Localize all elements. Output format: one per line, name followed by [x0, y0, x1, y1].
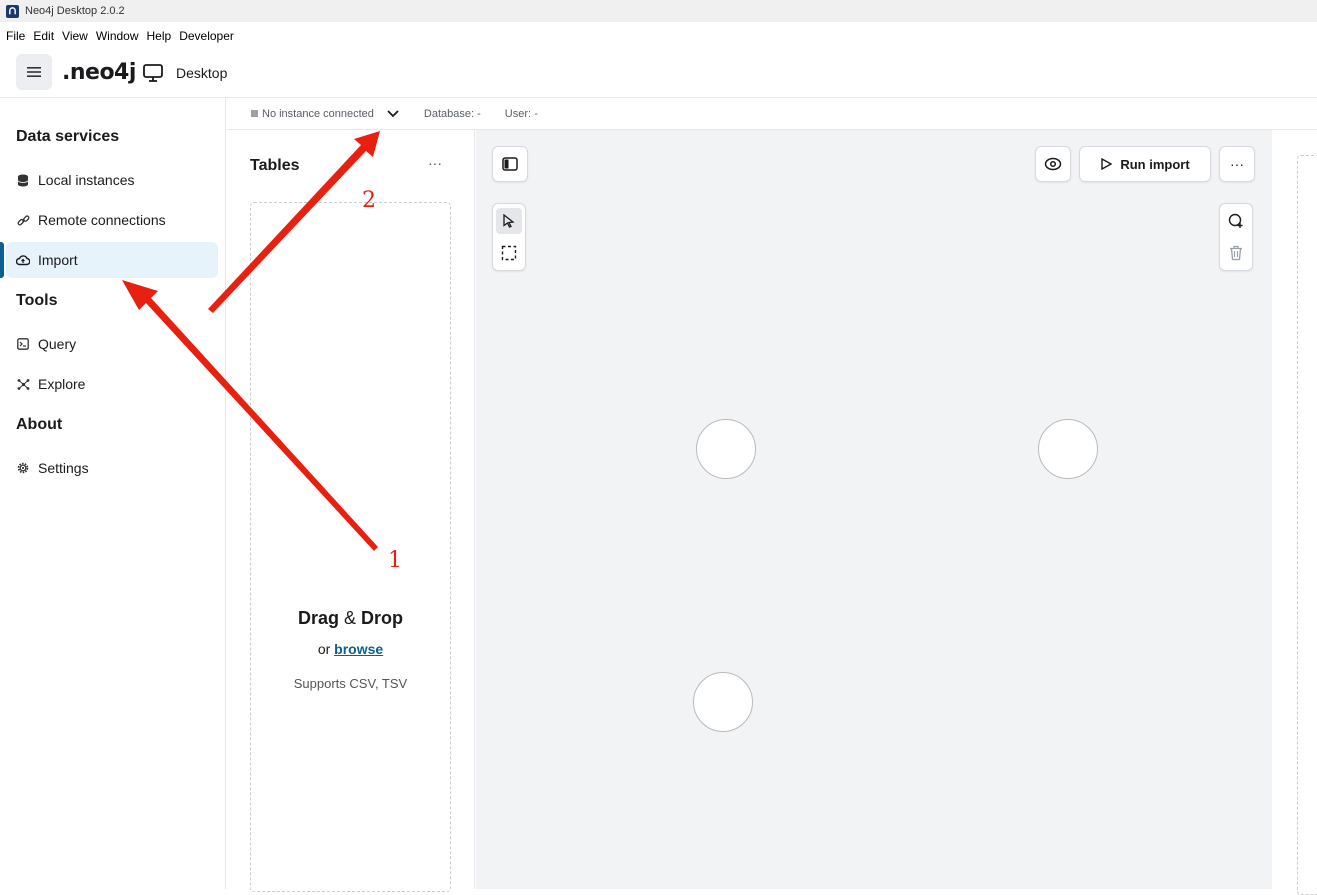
sidebar-item-explore[interactable]: Explore — [6, 366, 218, 402]
model-canvas[interactable] — [476, 130, 1272, 889]
tables-title: Tables — [250, 157, 300, 174]
menu-view[interactable]: View — [62, 29, 88, 43]
menu-file[interactable]: File — [6, 29, 25, 43]
drop-or-text: or — [317, 641, 331, 657]
database-icon — [16, 173, 30, 187]
user-label: User: - — [504, 107, 538, 120]
graph-node[interactable] — [696, 419, 756, 479]
link-icon — [16, 213, 30, 227]
sidebar-item-label: Remote connections — [38, 212, 166, 228]
menu-edit[interactable]: Edit — [33, 29, 54, 43]
canvas-more-button[interactable]: ··· — [1219, 146, 1255, 182]
cloud-upload-icon — [16, 253, 30, 267]
sidebar-heading-data-services: Data services — [16, 128, 120, 145]
canvas-right-tool-group — [1219, 203, 1253, 271]
app-context-label: Desktop — [176, 65, 228, 81]
sidebar-item-label: Query — [38, 336, 77, 352]
drop-title-drop: Drop — [361, 608, 404, 628]
box-select-tool-button[interactable] — [496, 240, 522, 266]
instance-status-bar: No instance connected Database: - User: … — [227, 98, 1317, 130]
database-label: Database: - — [423, 107, 481, 120]
canvas-tool-group — [492, 203, 526, 271]
sidebar-item-query[interactable]: Query — [6, 326, 218, 362]
chevron-down-icon — [387, 109, 399, 117]
menu-window[interactable]: Window — [96, 29, 139, 43]
run-import-button[interactable]: Run import — [1079, 146, 1211, 182]
add-node-icon — [1228, 213, 1243, 228]
menu-help[interactable]: Help — [147, 29, 172, 43]
sidebar-panel-icon — [502, 157, 518, 171]
right-panel-placeholder — [1297, 155, 1317, 895]
graph-node[interactable] — [693, 672, 753, 732]
monitor-icon — [143, 64, 163, 82]
explore-icon — [16, 377, 30, 391]
file-drop-zone[interactable] — [250, 202, 451, 892]
sidebar-item-import[interactable]: Import — [6, 242, 218, 278]
toggle-panel-button[interactable] — [492, 146, 528, 182]
select-tool-button[interactable] — [496, 208, 522, 234]
sidebar-item-local-instances[interactable]: Local instances — [6, 162, 218, 198]
drop-title: Drag & Drop — [250, 608, 451, 629]
sidebar-heading-about: About — [16, 416, 63, 433]
annotation-label-1: 1 — [388, 548, 402, 573]
active-indicator — [0, 242, 4, 278]
neo4j-logo: .neo4j — [62, 60, 136, 85]
sidebar-item-label: Import — [38, 252, 78, 268]
box-select-icon — [501, 245, 517, 261]
sidebar-item-settings[interactable]: Settings — [6, 450, 218, 486]
terminal-icon — [16, 337, 30, 351]
instance-selector[interactable]: No instance connected — [251, 108, 400, 120]
eye-icon — [1044, 157, 1062, 171]
add-node-button[interactable] — [1223, 208, 1249, 234]
tables-more-button[interactable]: ··· — [428, 155, 442, 171]
sidebar-heading-tools: Tools — [16, 292, 58, 309]
neo4j-app-icon — [6, 4, 19, 18]
menu-bar: File Edit View Window Help Developer — [0, 26, 1317, 46]
preview-button[interactable] — [1035, 146, 1071, 182]
sidebar-item-label: Settings — [38, 460, 89, 476]
trash-icon — [1230, 245, 1242, 261]
gear-icon — [16, 461, 30, 475]
graph-node[interactable] — [1038, 419, 1098, 479]
drop-title-drag: Drag — [297, 608, 339, 628]
sidebar-item-label: Local instances — [38, 172, 135, 188]
browse-link[interactable]: browse — [334, 641, 383, 657]
window-title: Neo4j Desktop 2.0.2 — [25, 5, 125, 17]
delete-button[interactable] — [1223, 240, 1249, 266]
hamburger-menu-button[interactable] — [16, 54, 52, 90]
sidebar-item-remote-connections[interactable]: Remote connections — [6, 202, 218, 238]
drop-title-amp: & — [344, 608, 357, 628]
window-title-bar: Neo4j Desktop 2.0.2 — [0, 0, 1317, 22]
cursor-icon — [503, 214, 515, 228]
instance-status: No instance connected — [262, 107, 374, 120]
menu-developer[interactable]: Developer — [179, 29, 234, 43]
annotation-label-2: 2 — [362, 188, 376, 213]
play-icon — [1101, 158, 1113, 170]
run-import-label: Run import — [1120, 156, 1190, 172]
drop-or-line: or browse — [250, 641, 451, 657]
status-dot-icon — [251, 110, 258, 117]
supported-formats: Supports CSV, TSV — [293, 676, 408, 691]
hamburger-icon — [27, 67, 41, 77]
sidebar-item-label: Explore — [38, 376, 86, 392]
